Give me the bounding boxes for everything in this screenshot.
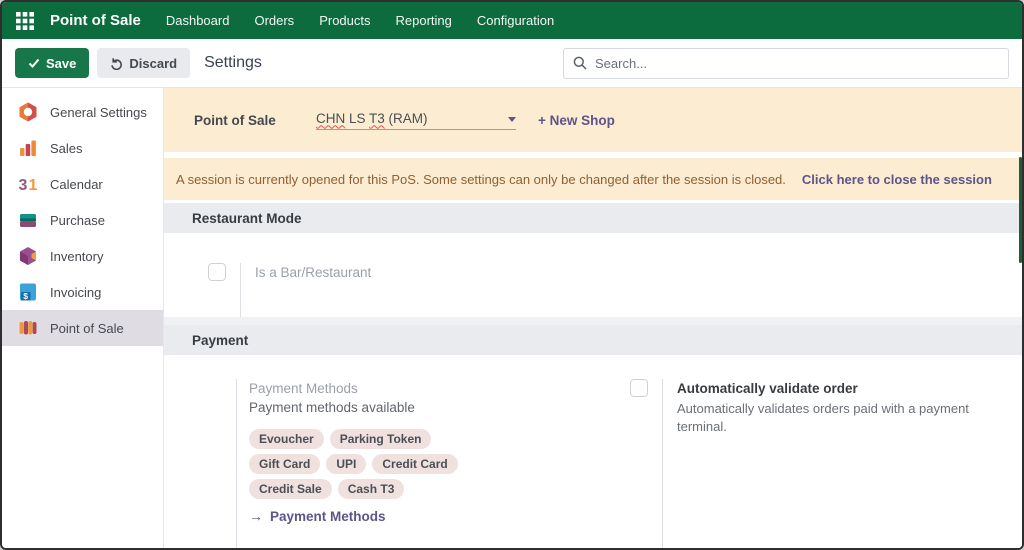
- payment-methods-field-label: Payment Methods: [249, 381, 358, 396]
- payment-methods-link-row: → Payment Methods: [249, 508, 471, 524]
- menu-orders[interactable]: Orders: [245, 7, 303, 34]
- auto-validate-checkbox[interactable]: [630, 379, 648, 397]
- is-bar-restaurant-label: Is a Bar/Restaurant: [255, 265, 372, 280]
- app-name[interactable]: Point of Sale: [50, 12, 141, 29]
- sidebar-item-label: Invoicing: [50, 284, 102, 300]
- payment-methods-setting: Payment Methods Payment methods availabl…: [164, 379, 604, 548]
- restaurant-mode-section-header: Restaurant Mode: [164, 203, 1022, 233]
- menu-reporting[interactable]: Reporting: [387, 7, 461, 34]
- scrollbar-thumb[interactable]: [1019, 157, 1022, 263]
- auto-validate-description: Automatically validates orders paid with…: [677, 401, 969, 434]
- sidebar-item-general-settings[interactable]: General Settings: [2, 94, 163, 130]
- divider: [662, 379, 663, 548]
- app-window: Point of Sale Dashboard Orders Products …: [0, 0, 1024, 550]
- save-button[interactable]: Save: [15, 48, 90, 78]
- auto-validate-setting: Automatically validate order Automatical…: [604, 379, 1022, 548]
- sidebar-item-label: General Settings: [50, 104, 147, 120]
- control-panel: Save Discard Settings: [2, 39, 1022, 88]
- sidebar-item-point-of-sale[interactable]: Point of Sale: [2, 310, 163, 346]
- search-input[interactable]: [595, 55, 999, 71]
- sidebar-item-label: Purchase: [50, 212, 105, 228]
- purchase-icon: [20, 214, 36, 227]
- point-of-sale-icon: [19, 321, 37, 335]
- session-warning-text: A session is currently opened for this P…: [176, 171, 786, 187]
- inventory-icon: [20, 247, 36, 265]
- payment-methods-field-help: Payment methods available: [249, 400, 415, 415]
- restaurant-mode-setting-row: Is a Bar/Restaurant: [164, 233, 1022, 317]
- chevron-down-icon: [508, 116, 516, 122]
- apps-grid-icon[interactable]: [12, 8, 38, 34]
- payment-section-header: Payment: [164, 325, 1022, 355]
- menu-dashboard[interactable]: Dashboard: [157, 7, 239, 34]
- discard-button[interactable]: Discard: [97, 48, 191, 78]
- shop-select-value: CHN LS T3 (RAM): [316, 110, 428, 126]
- check-icon: [28, 58, 40, 68]
- payment-method-tag: Parking Token: [329, 429, 432, 449]
- menu-products[interactable]: Products: [310, 7, 379, 34]
- general-settings-icon: [19, 102, 37, 122]
- sidebar-item-invoicing[interactable]: $ Invoicing: [2, 274, 163, 310]
- payment-method-tags: Evoucher Parking Token Gift Card UPI Cre…: [249, 429, 471, 499]
- svg-text:1: 1: [29, 177, 38, 194]
- svg-text:$: $: [23, 291, 28, 301]
- close-session-link[interactable]: Click here to close the session: [802, 172, 992, 187]
- sidebar-item-label: Sales: [50, 140, 83, 156]
- payment-method-tag: Cash T3: [337, 479, 405, 499]
- shop-selector-band: Point of Sale CHN LS T3 (RAM) + New Shop: [164, 88, 1022, 152]
- auto-validate-title: Automatically validate order: [677, 381, 858, 396]
- top-nav-bar: Point of Sale Dashboard Orders Products …: [2, 2, 1022, 39]
- sidebar-item-label: Inventory: [50, 248, 104, 264]
- divider: [164, 317, 1022, 325]
- save-label: Save: [46, 55, 77, 71]
- payment-method-tag: UPI: [326, 454, 367, 474]
- settings-sidebar: General Settings Sales 3 1 Calendar Purc…: [2, 88, 164, 548]
- payment-method-tag: Credit Card: [372, 454, 458, 474]
- sidebar-item-label: Point of Sale: [50, 320, 124, 336]
- payment-method-tag: Evoucher: [249, 429, 324, 449]
- search-box[interactable]: [563, 47, 1009, 79]
- sidebar-item-calendar[interactable]: 3 1 Calendar: [2, 166, 163, 202]
- sidebar-item-sales[interactable]: Sales: [2, 130, 163, 166]
- new-shop-link[interactable]: + New Shop: [538, 113, 615, 128]
- shop-selector-label: Point of Sale: [194, 112, 276, 128]
- sidebar-item-inventory[interactable]: Inventory: [2, 238, 163, 274]
- svg-text:3: 3: [19, 177, 28, 194]
- sales-icon: [20, 140, 36, 156]
- discard-label: Discard: [129, 55, 178, 71]
- undo-icon: [111, 57, 123, 70]
- sidebar-item-purchase[interactable]: Purchase: [2, 202, 163, 238]
- payment-method-tag: Credit Sale: [249, 479, 332, 499]
- menu-configuration[interactable]: Configuration: [468, 7, 563, 34]
- invoicing-icon: $: [20, 283, 36, 301]
- settings-content: Point of Sale CHN LS T3 (RAM) + New Shop…: [164, 88, 1022, 548]
- page-title: Settings: [204, 54, 262, 71]
- session-warning-banner: A session is currently opened for this P…: [164, 158, 1022, 200]
- divider: [240, 263, 241, 317]
- search-icon: [573, 56, 587, 70]
- is-bar-restaurant-checkbox[interactable]: [208, 263, 226, 281]
- payment-method-tag: Gift Card: [249, 454, 321, 474]
- payment-methods-link[interactable]: Payment Methods: [270, 509, 386, 524]
- calendar-icon: 3 1: [19, 177, 38, 194]
- payment-settings: Payment Methods Payment methods availabl…: [164, 355, 1022, 548]
- sidebar-item-label: Calendar: [50, 176, 103, 192]
- shop-select-dropdown[interactable]: CHN LS T3 (RAM): [316, 111, 516, 130]
- arrow-right-icon: →: [249, 508, 263, 524]
